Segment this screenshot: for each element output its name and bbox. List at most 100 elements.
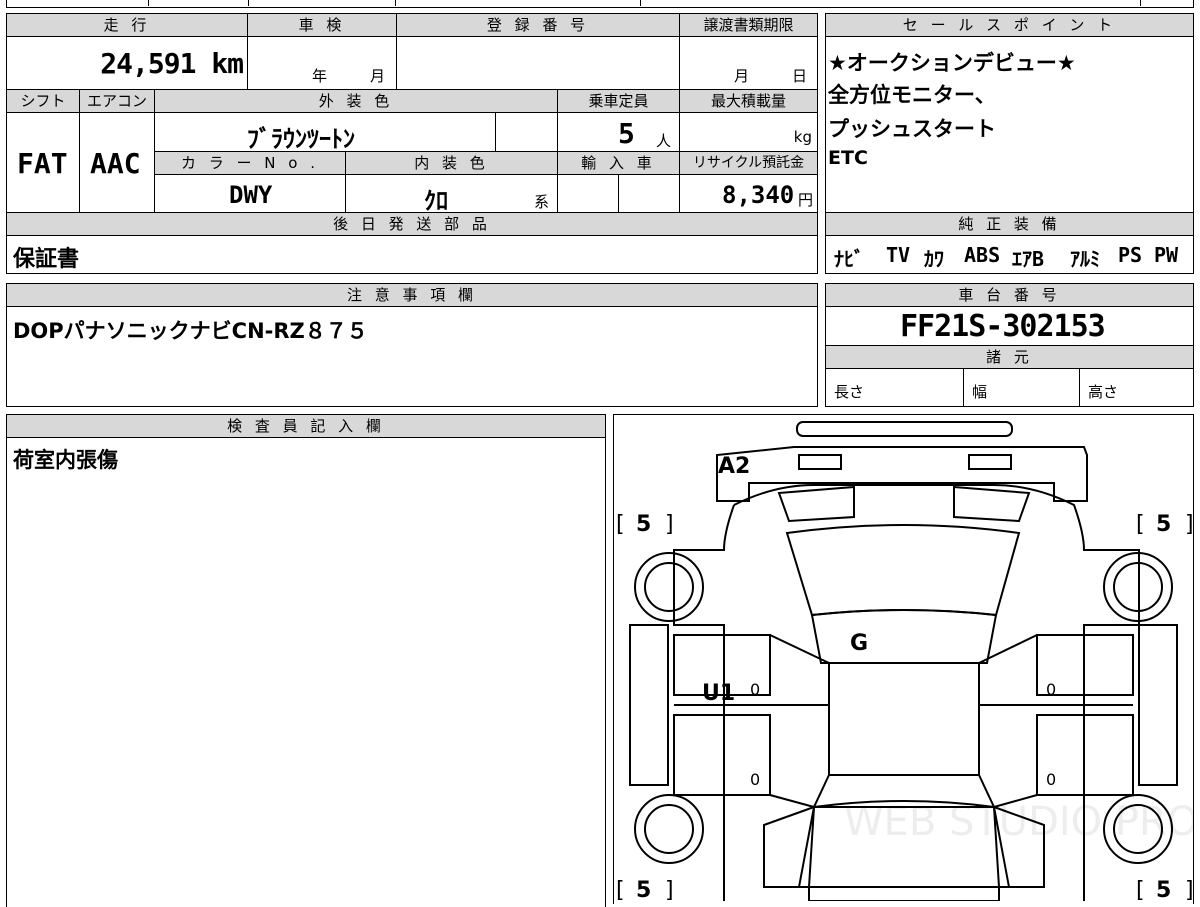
shift-value: FAT (17, 147, 68, 180)
aircon-label: エアコン (79, 89, 155, 113)
import-cell-a (557, 174, 619, 213)
max-load-cell: kg (679, 112, 818, 152)
svg-text:]: ] (665, 878, 674, 901)
shipping-label: 後 日 発 送 部 品 (6, 212, 818, 236)
sales-point-line-2: 全方位モニター、 (828, 83, 996, 107)
mileage-label: 走 行 (6, 13, 248, 37)
svg-text:[: [ (616, 512, 625, 537)
equip-alloy: ｱﾙﾐ (1070, 247, 1100, 271)
inspection-year-unit: 年 (312, 67, 328, 85)
transfer-month-unit: 月 (734, 67, 750, 85)
import-cell-b (618, 174, 680, 213)
color-no-cell: DWY (154, 174, 346, 213)
door-zero-1: 0 (750, 680, 760, 699)
registration-cell (396, 36, 680, 90)
mark-left-door: U1 (702, 681, 735, 706)
watermark: WEB STUDIO PRO (844, 799, 1193, 845)
inspector-label: 検 査 員 記 入 欄 (6, 414, 606, 438)
max-load-unit: kg (793, 128, 812, 146)
svg-text:]: ] (1185, 878, 1193, 901)
shift-label: シフト (6, 89, 80, 113)
capacity-label: 乗車定員 (557, 89, 680, 113)
mileage-cell: 24,591 km (6, 36, 248, 90)
notes-label: 注 意 事 項 欄 (6, 283, 818, 307)
exterior-color-extra-cell (495, 112, 558, 152)
max-load-label: 最大積載量 (679, 89, 818, 113)
interior-color-label: 内 装 色 (345, 151, 558, 175)
sales-point-line-1: ★オークションデビュー★ (828, 51, 1076, 75)
import-label: 輸 入 車 (557, 151, 680, 175)
exterior-color-value: ﾌﾞﾗｳﾝﾂｰﾄﾝ (247, 125, 355, 153)
spec-height-label: 高さ (1088, 383, 1119, 401)
tire-depth-front-left: 5 (636, 878, 651, 901)
door-zero-3: 0 (750, 770, 760, 789)
transfer-deadline-label: 譲渡書類期限 (679, 13, 818, 37)
mark-rear: A2 (718, 454, 750, 479)
spec-width-label: 幅 (972, 383, 988, 401)
transfer-day-unit: 日 (792, 67, 808, 85)
tire-depth-rear-right: 5 (1156, 512, 1171, 537)
recycle-value: 8,340 (722, 181, 795, 209)
aircon-cell: AAC (79, 112, 155, 213)
notes-value: DOPパナソニックナビCN-RZ８７５ (13, 319, 368, 343)
svg-text:[: [ (1136, 878, 1145, 901)
recycle-unit: 円 (797, 191, 813, 209)
sales-point-line-3: プッシュスタート (828, 117, 996, 141)
shift-cell: FAT (6, 112, 80, 213)
tire-depth-rear-left: 5 (636, 512, 651, 537)
color-no-value: DWY (229, 181, 273, 209)
capacity-unit: 人 (656, 132, 672, 150)
capacity-cell: 5 人 (557, 112, 680, 152)
equip-abs: ABS (964, 243, 1001, 267)
transfer-deadline-cell: 月 日 (679, 36, 818, 90)
mark-roof: G (850, 631, 868, 656)
equip-navi: ﾅﾋﾞ (834, 247, 864, 271)
top-cropped-row (6, 0, 1194, 8)
notes-cell: DOPパナソニックナビCN-RZ８７５ (6, 306, 818, 407)
spec-height-cell: 高さ (1079, 368, 1194, 407)
aircon-value: AAC (90, 147, 141, 180)
equip-ps: PS (1118, 243, 1143, 267)
svg-text:[: [ (1136, 512, 1145, 537)
exterior-color-cell: ﾌﾞﾗｳﾝﾂｰﾄﾝ (154, 112, 496, 153)
door-zero-2: 0 (1046, 680, 1056, 699)
interior-color-suffix: 系 (534, 193, 550, 211)
color-no-label: カ ラ ー N o . (154, 151, 346, 175)
exterior-color-label: 外 装 色 (154, 89, 558, 113)
chassis-label: 車 台 番 号 (825, 283, 1194, 307)
shipping-cell: 保証書 (6, 235, 818, 274)
equip-pw: PW (1154, 243, 1179, 267)
genuine-equipment-cell: ﾅﾋﾞ TV ｶﾜ ABS ｴｱB ｱﾙﾐ PS PW (825, 235, 1194, 274)
inspector-cell: 荷室内張傷 (6, 437, 606, 907)
recycle-label: リサイクル預託金 (679, 151, 818, 175)
chassis-value: FF21S-302153 (900, 309, 1106, 344)
spec-length-cell: 長さ (825, 368, 964, 407)
recycle-cell: 8,340 円 (679, 174, 818, 213)
genuine-equipment-label: 純 正 装 備 (825, 212, 1194, 236)
car-diagram: [ ] [ ] [ ] [ ] 5 5 5 5 A2 G U1 0 0 0 0 … (616, 421, 1193, 901)
inspector-value: 荷室内張傷 (13, 448, 118, 472)
svg-text:]: ] (665, 512, 674, 537)
capacity-value: 5 (618, 117, 635, 150)
svg-text:]: ] (1185, 512, 1193, 537)
inspection-month-unit: 月 (370, 67, 386, 85)
registration-label: 登 録 番 号 (396, 13, 680, 37)
equip-leather: ｶﾜ (924, 247, 944, 271)
chassis-cell: FF21S-302153 (825, 306, 1194, 346)
sales-point-line-4: ETC (828, 147, 868, 169)
car-diagram-panel: [ ] [ ] [ ] [ ] 5 5 5 5 A2 G U1 0 0 0 0 … (613, 414, 1194, 904)
tire-depth-front-right: 5 (1156, 878, 1171, 901)
interior-color-value: ｸﾛ (424, 187, 448, 215)
specs-label: 諸 元 (825, 345, 1194, 369)
mileage-value: 24,591 km (100, 47, 244, 80)
sales-points-label: セ ー ル ス ポ イ ン ト (825, 13, 1194, 37)
equip-tv: TV (886, 243, 911, 267)
shipping-value: 保証書 (13, 247, 80, 272)
door-zero-4: 0 (1046, 770, 1056, 789)
inspection-label: 車 検 (247, 13, 397, 37)
inspection-cell: 年 月 (247, 36, 397, 90)
sales-points-cell: ★オークションデビュー★ 全方位モニター、 プッシュスタート ETC (825, 36, 1194, 213)
spec-length-label: 長さ (834, 383, 865, 401)
equip-airbag: ｴｱB (1012, 247, 1045, 271)
interior-color-cell: ｸﾛ 系 (345, 174, 558, 215)
